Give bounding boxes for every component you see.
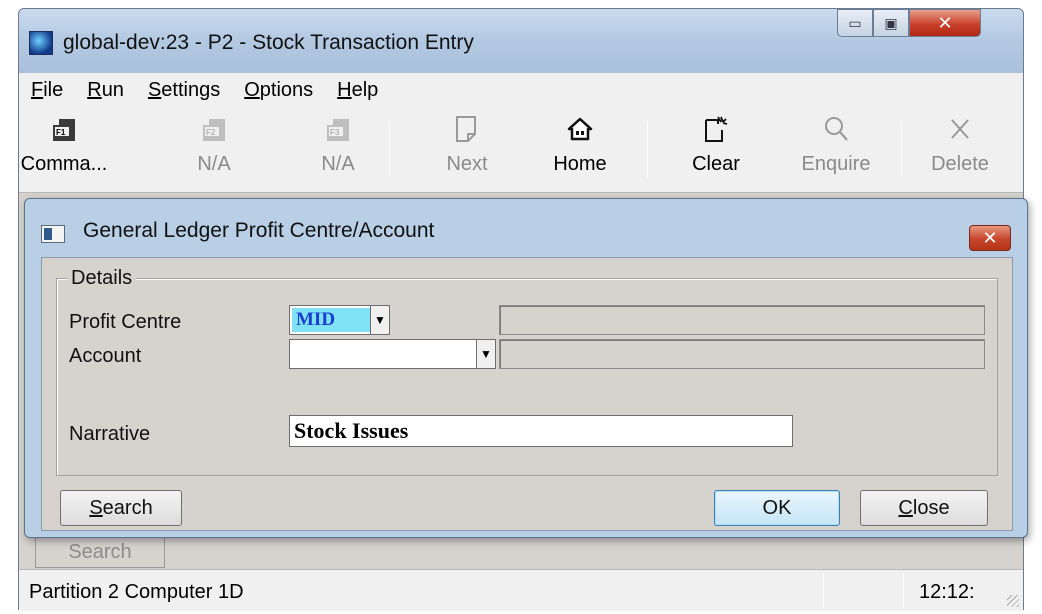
- minimize-icon: ▭: [848, 14, 862, 31]
- status-partition: Partition 2 Computer 1D: [29, 581, 244, 603]
- app-icon: [29, 31, 53, 55]
- toolbar-f3-button[interactable]: F3 N/A: [293, 113, 383, 183]
- close-icon: ✕: [982, 227, 998, 248]
- f3-icon: F3: [323, 113, 353, 145]
- menu-file[interactable]: File: [31, 79, 63, 102]
- status-separator: [903, 574, 904, 608]
- menu-run-mnemonic: R: [87, 78, 102, 101]
- gl-profit-centre-dialog: General Ledger Profit Centre/Account ✕ D…: [24, 198, 1028, 538]
- close-button-mnemonic: C: [898, 496, 913, 519]
- search-button[interactable]: Search: [60, 490, 182, 526]
- home-icon: [567, 113, 593, 145]
- search-button-label: earch: [102, 496, 153, 519]
- status-time: 12:12:: [919, 581, 975, 603]
- toolbar-f2-button[interactable]: F2 N/A: [169, 113, 259, 183]
- toolbar-delete-button[interactable]: Delete: [915, 113, 1005, 183]
- profit-centre-description: [499, 305, 985, 335]
- maximize-button[interactable]: ▣: [873, 9, 909, 37]
- close-window-button[interactable]: ✕: [909, 9, 981, 37]
- toolbar-clear-button[interactable]: Clear: [671, 113, 761, 183]
- details-group: Details Profit Centre MID ▼ Account ▼ Na…: [56, 267, 998, 476]
- profit-centre-value: MID: [292, 308, 370, 332]
- clear-icon: [702, 113, 730, 145]
- toolbar-f3-label: N/A: [321, 153, 355, 175]
- dialog-body: Details Profit Centre MID ▼ Account ▼ Na…: [41, 257, 1013, 531]
- toolbar-enquire-button[interactable]: Enquire: [791, 113, 881, 183]
- menu-help-mnemonic: H: [337, 78, 352, 101]
- dialog-titlebar[interactable]: General Ledger Profit Centre/Account ✕: [25, 199, 1027, 251]
- toolbar-enquire-label: Enquire: [801, 153, 871, 175]
- toolbar-command-button[interactable]: F1 Comma...: [19, 113, 109, 183]
- account-description: [499, 339, 985, 369]
- menu-help-label: elp: [351, 78, 379, 101]
- chevron-down-icon[interactable]: ▼: [476, 339, 496, 369]
- toolbar-separator: [647, 121, 648, 177]
- menu-settings[interactable]: Settings: [148, 79, 220, 102]
- close-icon: ✕: [937, 12, 953, 33]
- window-title: global-dev:23 - P2 - Stock Transaction E…: [63, 31, 474, 54]
- search-button-mnemonic: S: [89, 496, 103, 519]
- close-button-label: lose: [912, 496, 950, 519]
- menu-run[interactable]: Run: [87, 79, 124, 102]
- status-bar: Partition 2 Computer 1D 12:12:: [19, 569, 1023, 611]
- menu-help[interactable]: Help: [337, 79, 378, 102]
- toolbar-clear-label: Clear: [692, 153, 740, 175]
- ok-button[interactable]: OK: [714, 490, 840, 526]
- magnifier-icon: [822, 113, 850, 145]
- maximize-icon: ▣: [884, 14, 898, 31]
- svg-text:F3: F3: [330, 128, 340, 137]
- close-button[interactable]: Close: [860, 490, 988, 526]
- toolbar: F1 Comma... F2 N/A F3 N/A Next Home Clea…: [19, 107, 1023, 193]
- details-group-label: Details: [67, 267, 137, 290]
- dialog-close-button[interactable]: ✕: [969, 225, 1011, 251]
- toolbar-home-label: Home: [553, 153, 607, 175]
- f2-icon: F2: [199, 113, 229, 145]
- toolbar-home-button[interactable]: Home: [535, 113, 625, 183]
- status-separator: [823, 574, 824, 608]
- f1-icon: F1: [49, 113, 79, 145]
- account-label: Account: [69, 345, 142, 367]
- ok-button-label: OK: [762, 496, 792, 519]
- narrative-input[interactable]: Stock Issues: [289, 415, 793, 447]
- svg-text:F2: F2: [206, 128, 216, 137]
- toolbar-command-label: Comma...: [20, 153, 108, 175]
- menu-bar: File Run Settings Options Help: [19, 73, 1023, 107]
- menu-run-label: un: [101, 78, 124, 101]
- menu-options[interactable]: Options: [244, 79, 313, 102]
- toolbar-separator: [901, 121, 902, 177]
- minimize-button[interactable]: ▭: [837, 9, 873, 37]
- delete-x-icon: [947, 113, 973, 145]
- toolbar-f2-label: N/A: [197, 153, 231, 175]
- toolbar-separator: [389, 121, 390, 177]
- menu-file-label: ile: [43, 78, 64, 101]
- menu-options-mnemonic: O: [244, 78, 260, 101]
- window-titlebar[interactable]: global-dev:23 - P2 - Stock Transaction E…: [19, 9, 1023, 73]
- menu-options-label: ptions: [259, 78, 314, 101]
- account-value: [292, 342, 300, 366]
- resize-grip-icon[interactable]: [1007, 595, 1019, 607]
- toolbar-delete-label: Delete: [931, 153, 989, 175]
- account-combo[interactable]: ▼: [289, 339, 496, 369]
- profit-centre-label: Profit Centre: [69, 311, 182, 333]
- profit-centre-combo[interactable]: MID ▼: [289, 305, 390, 335]
- svg-text:F1: F1: [56, 128, 66, 137]
- dialog-title: General Ledger Profit Centre/Account: [83, 219, 435, 242]
- menu-file-mnemonic: F: [31, 78, 44, 101]
- toolbar-next-button[interactable]: Next: [422, 113, 512, 183]
- background-search-button: Search: [35, 536, 165, 568]
- toolbar-next-label: Next: [446, 153, 488, 175]
- next-page-icon: [454, 113, 480, 145]
- dialog-window-icon: [41, 225, 65, 243]
- narrative-label: Narrative: [69, 423, 151, 445]
- chevron-down-icon[interactable]: ▼: [370, 305, 390, 335]
- menu-settings-label: ettings: [161, 78, 221, 101]
- menu-settings-mnemonic: S: [147, 78, 162, 101]
